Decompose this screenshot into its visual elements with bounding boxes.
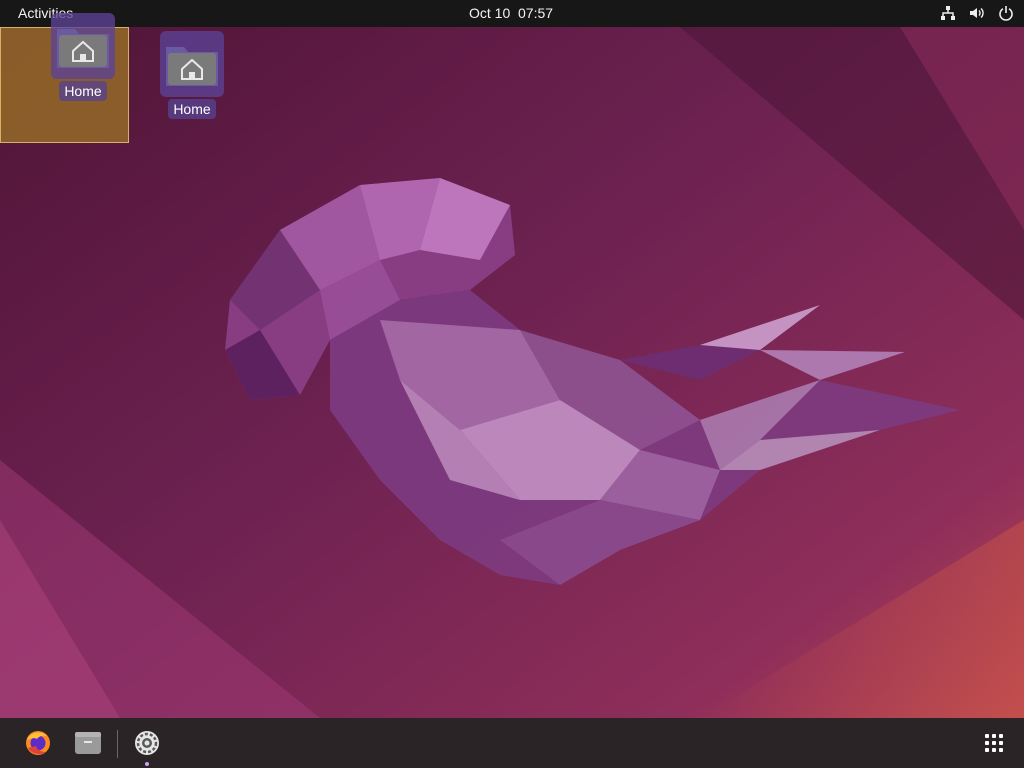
- clock-menu[interactable]: Oct 10 07:57: [469, 5, 553, 21]
- top-bar: Activities Oct 10 07:57: [0, 0, 1024, 27]
- dock-item-firefox[interactable]: [20, 725, 56, 761]
- desktop-icon-label: Home: [59, 81, 107, 101]
- network-icon[interactable]: [939, 4, 956, 21]
- volume-icon[interactable]: [968, 4, 985, 21]
- dock: [0, 718, 1024, 768]
- running-indicator: [145, 762, 149, 766]
- files-icon: [75, 732, 101, 754]
- dock-item-settings[interactable]: [129, 725, 165, 761]
- app-grid-icon[interactable]: [985, 734, 1003, 752]
- home-folder-icon: [160, 31, 224, 97]
- desktop-icon-home-2[interactable]: Home: [147, 31, 237, 119]
- dock-item-files[interactable]: [70, 725, 106, 761]
- desktop-icon-home-1[interactable]: Home: [38, 13, 128, 101]
- system-tray[interactable]: [939, 4, 1014, 21]
- desktop-icon-label: Home: [168, 99, 216, 119]
- dock-separator: [117, 730, 118, 758]
- home-folder-icon: [51, 13, 115, 79]
- settings-icon: [135, 731, 159, 755]
- firefox-icon: [26, 731, 50, 755]
- power-icon[interactable]: [997, 4, 1014, 21]
